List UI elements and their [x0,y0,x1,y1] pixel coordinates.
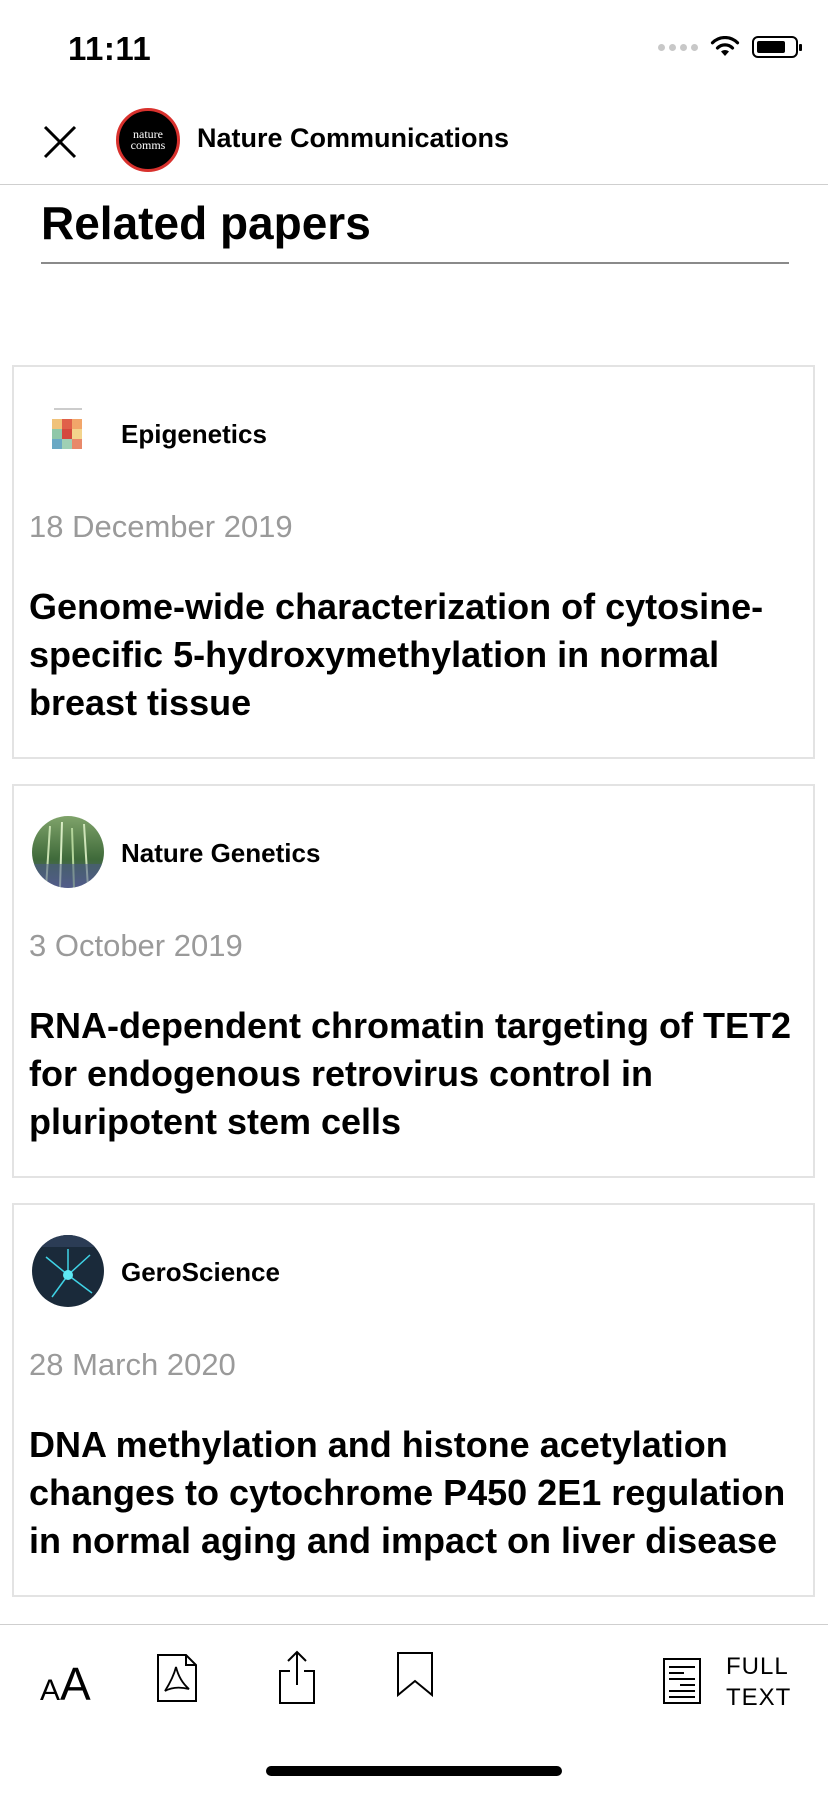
paper-title: RNA-dependent chromatin targeting of TET… [29,1005,792,1142]
paper-source: GeroScience [121,1257,280,1287]
status-time: 11:11 [68,30,152,67]
section-title: Related papers [41,196,789,264]
full-text-button[interactable] [662,1657,702,1710]
journal-logo: nature comms [116,108,180,172]
paper-title: Genome-wide characterization of cytosine… [29,586,764,723]
full-text-icon [663,1658,701,1704]
home-indicator [266,1766,562,1776]
font-size-icon-small: A [40,1674,61,1707]
paper-title: DNA methylation and histone acetylation … [29,1424,786,1561]
header-bar: nature comms Nature Communications [0,96,828,185]
font-size-button[interactable]: AA [40,1657,91,1711]
full-text-label-line2: TEXT [726,1684,792,1711]
status-indicators [658,36,802,58]
journal-thumbnail [32,816,104,888]
full-text-label-line1: FULL [726,1653,789,1680]
bookmark-icon [397,1652,433,1698]
pdf-button[interactable] [156,1653,198,1708]
paper-source: Nature Genetics [121,838,321,868]
journal-thumbnail [32,1235,104,1307]
bookmark-button[interactable] [396,1651,434,1702]
share-icon [279,1650,315,1704]
related-paper-card[interactable]: Nature Genetics 3 October 2019 RNA-depen… [12,784,815,1178]
close-icon [43,125,77,159]
wifi-icon [710,36,740,56]
paper-date: 3 October 2019 [29,928,243,963]
related-paper-card[interactable]: Epigenetics 18 December 2019 Genome-wide… [12,365,815,759]
paper-date: 28 March 2020 [29,1347,236,1382]
journal-thumbnail [32,397,104,469]
close-button[interactable] [40,122,80,162]
journal-title: Nature Communications [197,123,510,153]
paper-date: 18 December 2019 [29,509,293,544]
logo-line-2: comms [130,138,166,152]
share-button[interactable] [278,1649,316,1710]
full-text-label[interactable]: FULL TEXT [726,1651,791,1713]
status-bar: 11:11 [0,0,828,96]
font-size-icon-large: A [60,1658,91,1710]
cellular-signal-icon [658,43,698,51]
battery-icon [752,36,802,58]
related-paper-card[interactable]: GeroScience 28 March 2020 DNA methylatio… [12,1203,815,1597]
paper-source: Epigenetics [121,419,267,449]
pdf-icon [157,1654,197,1702]
